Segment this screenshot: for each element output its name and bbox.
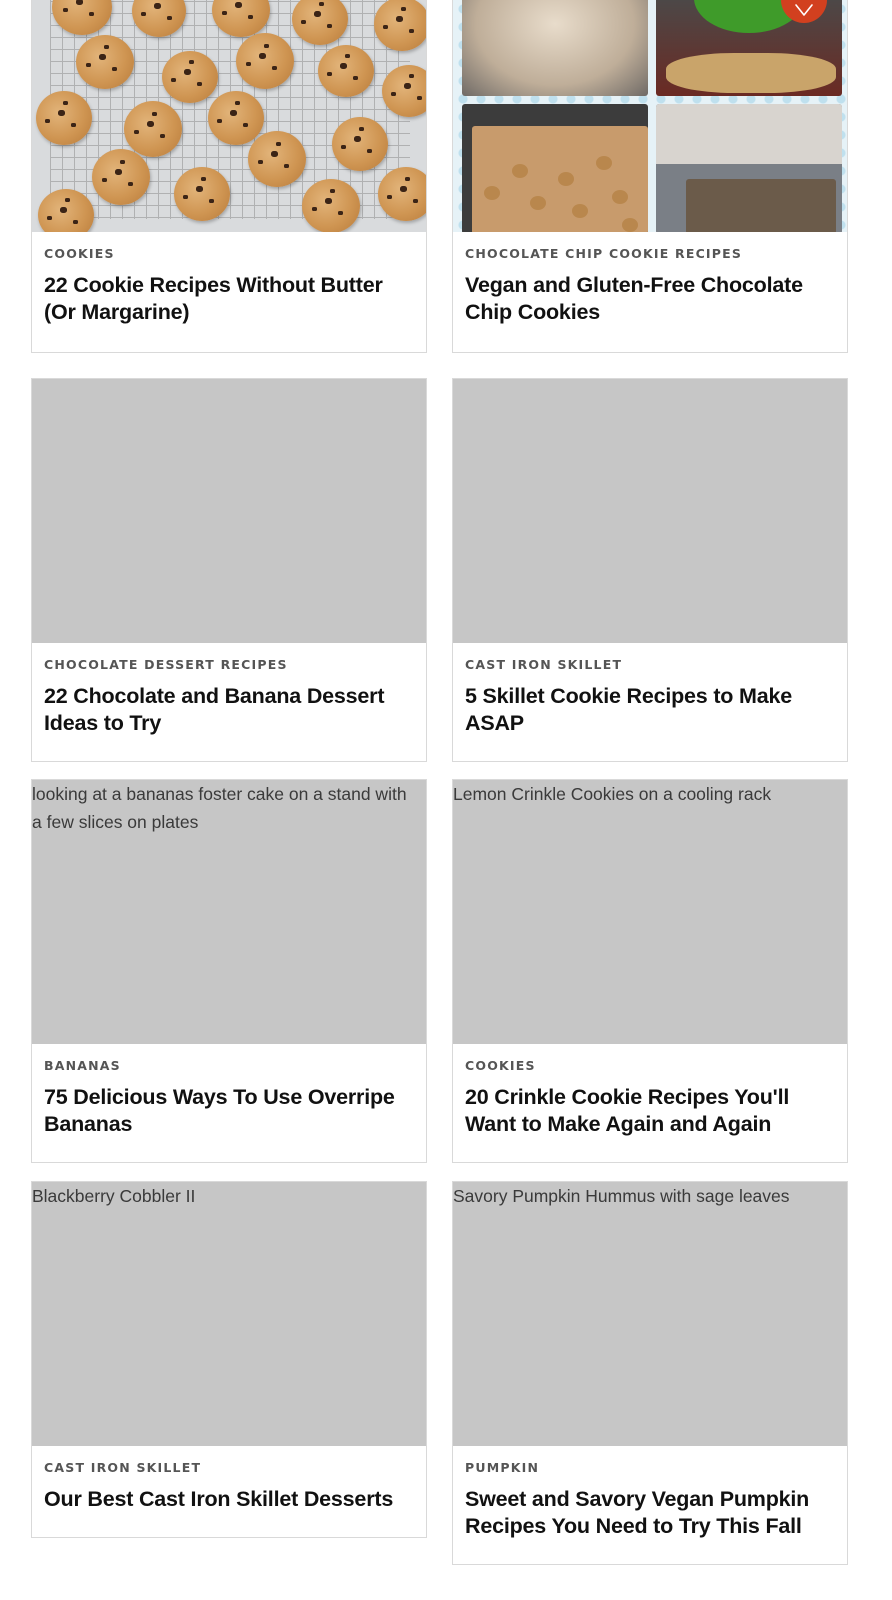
card-tag[interactable]: CHOCOLATE DESSERT RECIPES — [44, 657, 414, 673]
card-image-placeholder[interactable]: Savory Pumpkin Hummus with sage leaves — [453, 1182, 847, 1446]
cookies-on-rack-photo — [32, 0, 426, 232]
heart-icon — [794, 3, 814, 17]
card-title[interactable]: Sweet and Savory Vegan Pumpkin Recipes Y… — [465, 1486, 835, 1540]
card-image[interactable] — [32, 0, 426, 232]
image-alt-text: Savory Pumpkin Hummus with sage leaves — [453, 1186, 790, 1206]
card-image[interactable] — [453, 0, 847, 232]
recipe-card[interactable]: CHOCOLATE DESSERT RECIPES 22 Chocolate a… — [31, 378, 427, 762]
image-alt-text: looking at a bananas foster cake on a st… — [32, 784, 407, 832]
image-alt-text: Lemon Crinkle Cookies on a cooling rack — [453, 784, 772, 804]
card-title[interactable]: Our Best Cast Iron Skillet Desserts — [44, 1486, 414, 1513]
card-title[interactable]: 75 Delicious Ways To Use Overripe Banana… — [44, 1084, 414, 1138]
recipe-card[interactable]: Blackberry Cobbler II CAST IRON SKILLET … — [31, 1181, 427, 1538]
card-image-placeholder[interactable] — [32, 379, 426, 643]
card-tag[interactable]: COOKIES — [465, 1058, 835, 1074]
recipe-card[interactable]: COOKIES 22 Cookie Recipes Without Butter… — [31, 0, 427, 353]
card-tag[interactable]: CAST IRON SKILLET — [44, 1460, 414, 1476]
recipe-card[interactable]: Lemon Crinkle Cookies on a cooling rack … — [452, 779, 848, 1163]
recipe-card[interactable]: looking at a bananas foster cake on a st… — [31, 779, 427, 1163]
recipe-card[interactable]: CHOCOLATE CHIP COOKIE RECIPES Vegan and … — [452, 0, 848, 353]
recipe-card[interactable]: Savory Pumpkin Hummus with sage leaves P… — [452, 1181, 848, 1565]
card-title[interactable]: 22 Chocolate and Banana Dessert Ideas to… — [44, 683, 414, 737]
card-tag[interactable]: COOKIES — [44, 246, 414, 262]
vegan-cookies-collage-photo — [453, 0, 847, 232]
card-title[interactable]: 22 Cookie Recipes Without Butter (Or Mar… — [44, 272, 414, 326]
card-image-placeholder[interactable]: Lemon Crinkle Cookies on a cooling rack — [453, 780, 847, 1044]
card-title[interactable]: 5 Skillet Cookie Recipes to Make ASAP — [465, 683, 835, 737]
card-image-placeholder[interactable]: looking at a bananas foster cake on a st… — [32, 780, 426, 1044]
card-image-placeholder[interactable]: Blackberry Cobbler II — [32, 1182, 426, 1446]
card-tag[interactable]: PUMPKIN — [465, 1460, 835, 1476]
card-tag[interactable]: BANANAS — [44, 1058, 414, 1074]
card-title[interactable]: Vegan and Gluten-Free Chocolate Chip Coo… — [465, 272, 835, 326]
card-tag[interactable]: CAST IRON SKILLET — [465, 657, 835, 673]
image-alt-text: Blackberry Cobbler II — [32, 1186, 196, 1206]
recipe-card[interactable]: CAST IRON SKILLET 5 Skillet Cookie Recip… — [452, 378, 848, 762]
card-tag[interactable]: CHOCOLATE CHIP COOKIE RECIPES — [465, 246, 835, 262]
card-title[interactable]: 20 Crinkle Cookie Recipes You'll Want to… — [465, 1084, 835, 1138]
card-image-placeholder[interactable] — [453, 379, 847, 643]
